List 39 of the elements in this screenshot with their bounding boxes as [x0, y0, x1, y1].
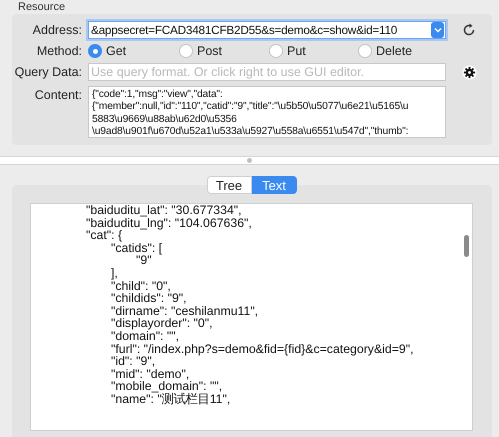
code-line: "domain": "", — [111, 330, 180, 343]
code-line: "catids": [ — [111, 242, 162, 254]
response-editor[interactable] — [30, 203, 473, 431]
field-label: Query Data: — [14, 65, 83, 79]
code-line: "baiduditu_lng": "104.067636", — [86, 216, 252, 230]
code-line: "dirname": "ceshilanmu11", — [111, 304, 258, 318]
radio-icon[interactable] — [269, 44, 283, 58]
field-label: Content: — [34, 87, 83, 102]
code-line: "9" — [136, 254, 152, 267]
radio-option[interactable]: Get — [88, 44, 179, 58]
field-label: Method: — [36, 44, 83, 58]
code-line: "id": "9", — [111, 355, 156, 368]
code-line: "mobile_domain": "", — [111, 380, 222, 393]
radio-option[interactable]: Delete — [358, 44, 448, 58]
address-field[interactable]: &appsecret=FCAD3481CFB2D55&s=demo&c=show&id=110 — [88, 21, 446, 39]
refresh-icon[interactable] — [462, 23, 476, 37]
split-handle[interactable] — [247, 158, 252, 163]
content-field[interactable]: {"code":1,"msg":"view","data": {"member":null,"id":"110","catid":"9","title":"\u5b50\u5077\u6e21\u5165\u 5883\u9669\u88ab\u62d0\u5356 \u9ad8\u901f\u670d\u52a1\u533a\u5927\u558a\u6551\u547d","thumb": — [88, 86, 446, 138]
code-line: "furl": "/index.php?s=demo&fid={fid}&c=category&id=9", — [111, 342, 414, 356]
code-line: "displayorder": "0", — [111, 317, 213, 330]
code-line: "childids": "9", — [111, 292, 187, 305]
code-line: "cat": { — [86, 229, 122, 242]
code-line: "baiduditu_lat": "30.677334", — [86, 204, 242, 217]
field-label: Address: — [32, 23, 83, 37]
code-line: ], — [111, 266, 118, 280]
dropdown-icon[interactable] — [431, 22, 444, 38]
scrollbar-thumb[interactable] — [464, 235, 469, 257]
radio-option[interactable]: Post — [179, 44, 269, 58]
radio-option[interactable]: Put — [269, 44, 358, 58]
radio-icon[interactable] — [179, 44, 193, 58]
settings-icon[interactable] — [462, 64, 476, 80]
query-field[interactable]: Use query format. Or click right to use GUI editor. — [88, 63, 446, 81]
radio-icon[interactable] — [358, 44, 372, 58]
code-line: "mid": "demo", — [111, 368, 190, 380]
code-line: "child": "0", — [111, 280, 171, 292]
section-title: Resource — [18, 1, 66, 14]
radio-icon[interactable] — [88, 44, 102, 58]
code-line: "name": "测试栏目11", — [111, 392, 230, 406]
view-tab[interactable]: Tree — [206, 176, 252, 194]
